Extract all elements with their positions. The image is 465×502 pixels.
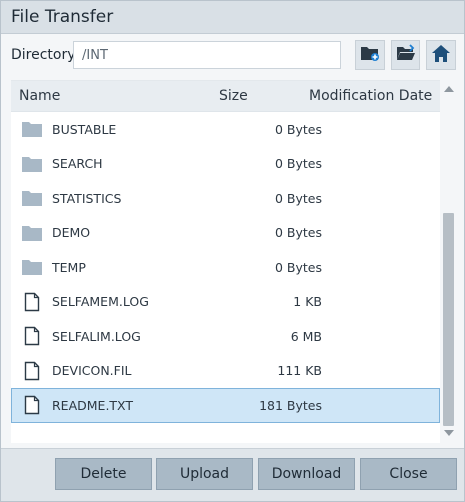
folder-icon	[14, 155, 50, 173]
file-size: 0 Bytes	[274, 225, 322, 241]
directory-label: Directory:	[11, 47, 80, 63]
file-icon	[14, 326, 50, 346]
scroll-down-arrow-icon[interactable]	[444, 430, 454, 436]
file-size: 1 KB	[293, 294, 322, 310]
button-bar: Delete Upload Download Close	[1, 448, 464, 501]
file-name: BUSTABLE	[52, 121, 117, 137]
file-icon	[14, 395, 50, 415]
delete-button[interactable]: Delete	[55, 458, 152, 490]
file-name: SELFALIM.LOG	[52, 328, 141, 344]
directory-row: Directory:	[11, 39, 456, 71]
file-size: 0 Bytes	[274, 259, 322, 275]
table-row[interactable]: SELFALIM.LOG 6 MB	[11, 319, 440, 354]
folder-icon	[14, 258, 50, 276]
new-folder-icon	[360, 44, 380, 66]
folder-icon	[14, 224, 50, 242]
table-row[interactable]: SEARCH 0 Bytes	[11, 147, 440, 182]
table-row[interactable]: SELFAMEM.LOG 1 KB	[11, 285, 440, 320]
directory-input[interactable]	[73, 41, 342, 69]
window-title: File Transfer	[11, 7, 114, 27]
file-list: Name Size Modification Date BUSTABLE 0 By…	[11, 80, 440, 443]
open-folder-icon	[396, 44, 416, 66]
file-name: TEMP	[52, 259, 86, 275]
upload-button[interactable]: Upload	[156, 458, 253, 490]
file-size: 0 Bytes	[274, 190, 322, 206]
file-size: 6 MB	[290, 328, 322, 344]
file-size: 0 Bytes	[274, 156, 322, 172]
file-name: DEVICON.FIL	[52, 363, 132, 379]
table-row[interactable]: DEMO 0 Bytes	[11, 216, 440, 251]
open-folder-button[interactable]	[390, 40, 421, 70]
column-header-date[interactable]: Modification Date	[309, 88, 440, 104]
file-name: SELFAMEM.LOG	[52, 294, 149, 310]
home-button[interactable]	[426, 40, 456, 70]
folder-icon	[14, 189, 50, 207]
vertical-scrollbar[interactable]	[441, 80, 457, 442]
file-size: 111 KB	[277, 363, 322, 379]
column-header-name[interactable]: Name	[11, 88, 219, 104]
file-size: 0 Bytes	[274, 121, 322, 137]
close-button[interactable]: Close	[360, 458, 457, 490]
file-icon	[14, 292, 50, 312]
file-name: SEARCH	[52, 156, 103, 172]
table-row[interactable]: STATISTICS 0 Bytes	[11, 181, 440, 216]
file-size: 181 Bytes	[259, 397, 322, 413]
file-name: README.TXT	[52, 397, 134, 413]
table-row[interactable]: README.TXT 181 Bytes	[11, 388, 440, 423]
file-rows: BUSTABLE 0 Bytes SEARCH 0 Bytes STATISTICS 0 …	[11, 112, 440, 423]
title-bar: File Transfer	[1, 1, 464, 34]
download-button[interactable]: Download	[258, 458, 355, 490]
file-name: DEMO	[52, 225, 91, 241]
table-row[interactable]: BUSTABLE 0 Bytes	[11, 112, 440, 147]
table-row[interactable]: TEMP 0 Bytes	[11, 250, 440, 285]
home-icon	[431, 44, 451, 67]
table-row[interactable]: DEVICON.FIL 111 KB	[11, 354, 440, 389]
new-folder-button[interactable]	[355, 40, 385, 70]
column-header-size[interactable]: Size	[219, 88, 309, 104]
scroll-up-arrow-icon[interactable]	[444, 86, 454, 92]
file-transfer-dialog: File Transfer Directory: /INT Name Size …	[0, 0, 465, 502]
table-header: Name Size Modification Date	[11, 81, 440, 112]
scroll-thumb[interactable]	[443, 213, 454, 426]
folder-icon	[14, 120, 50, 138]
file-icon	[14, 361, 50, 381]
file-name: STATISTICS	[52, 190, 122, 206]
